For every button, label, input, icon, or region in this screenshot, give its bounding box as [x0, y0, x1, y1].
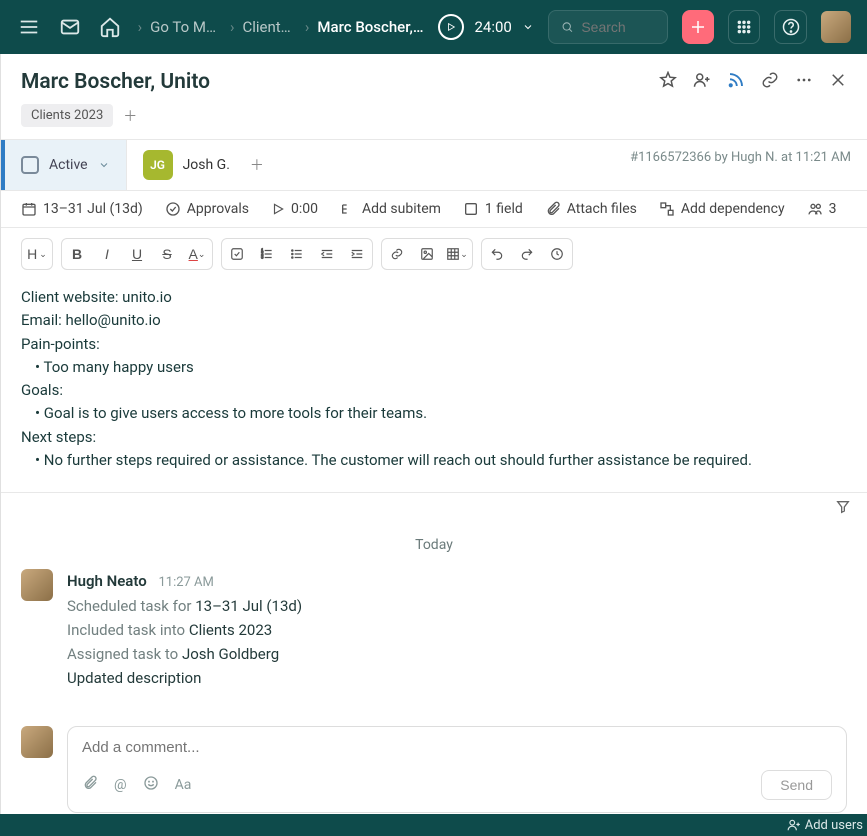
- breadcrumb-2[interactable]: Marc Boscher, Ur: [317, 18, 424, 36]
- status-row: Active JG Josh G. ＋ #1166572366 by Hugh …: [1, 139, 867, 191]
- assignee-avatar: JG: [143, 150, 173, 180]
- comment-box[interactable]: @ Aa Send: [67, 726, 847, 813]
- bold-button[interactable]: B: [62, 239, 92, 269]
- timer[interactable]: 24:00: [438, 14, 533, 40]
- search-input[interactable]: [548, 10, 668, 44]
- desc-bullet: Too many happy users: [35, 356, 847, 379]
- bullet-list-button[interactable]: [282, 239, 312, 269]
- desc-line: Next steps:: [21, 426, 847, 449]
- add-tag-icon[interactable]: ＋: [123, 106, 137, 126]
- rss-icon[interactable]: [727, 71, 745, 93]
- ordered-list-button[interactable]: 123: [252, 239, 282, 269]
- time-tracked[interactable]: 0:00: [271, 201, 318, 217]
- chevron-right-icon: ›: [138, 18, 143, 36]
- breadcrumb-0[interactable]: Go To Mark: [150, 18, 222, 36]
- svg-text:3: 3: [261, 255, 264, 260]
- topbar: › Go To Mark › Clients 2 › Marc Boscher,…: [0, 0, 867, 54]
- indent-button[interactable]: [342, 239, 372, 269]
- task-title[interactable]: Marc Boscher, Unito: [21, 70, 649, 94]
- heading-button[interactable]: H⌄: [22, 239, 52, 269]
- add-users-button[interactable]: Add users: [787, 818, 863, 833]
- bottom-bar: Add users: [0, 814, 867, 836]
- strike-button[interactable]: S: [152, 239, 182, 269]
- history-button[interactable]: [542, 239, 572, 269]
- desc-line: Goals:: [21, 379, 847, 402]
- mail-icon[interactable]: [57, 13, 84, 41]
- send-button[interactable]: Send: [761, 770, 832, 800]
- redo-button[interactable]: [512, 239, 542, 269]
- add-dependency[interactable]: Add dependency: [659, 201, 785, 217]
- task-panel: Marc Boscher, Unito Clients 2023 ＋ Activ…: [0, 54, 867, 833]
- underline-button[interactable]: U: [122, 239, 152, 269]
- attach-files[interactable]: Attach files: [545, 201, 637, 217]
- star-icon[interactable]: [659, 71, 677, 93]
- more-icon[interactable]: [795, 71, 813, 93]
- home-icon[interactable]: [97, 13, 124, 41]
- link-icon[interactable]: [761, 71, 779, 93]
- desc-line: Pain-points:: [21, 333, 847, 356]
- task-header: Marc Boscher, Unito Clients 2023 ＋: [1, 54, 867, 139]
- apps-icon[interactable]: [728, 10, 760, 44]
- undo-button[interactable]: [482, 239, 512, 269]
- breadcrumb-1[interactable]: Clients 2: [242, 18, 296, 36]
- user-avatar[interactable]: [821, 11, 851, 43]
- menu-icon[interactable]: [16, 13, 43, 41]
- project-tag[interactable]: Clients 2023: [21, 104, 113, 127]
- activity-time: 11:27 AM: [158, 575, 213, 590]
- author-name[interactable]: Hugh Neato: [67, 572, 147, 590]
- assignee-name: Josh G.: [183, 157, 230, 173]
- chevron-down-icon: [98, 159, 110, 171]
- insert-table-button[interactable]: ⌄: [442, 239, 472, 269]
- desc-line: Client website: unito.io: [21, 286, 847, 309]
- add-button[interactable]: [682, 10, 714, 44]
- approvals-field[interactable]: Approvals: [165, 201, 249, 217]
- outdent-button[interactable]: [312, 239, 342, 269]
- format-icon[interactable]: Aa: [175, 777, 192, 793]
- filter-icon[interactable]: [835, 499, 851, 519]
- desc-bullet: Goal is to give users access to more too…: [35, 402, 847, 425]
- search-icon: [561, 19, 574, 35]
- status-label: Active: [49, 157, 88, 173]
- emoji-icon[interactable]: [143, 775, 159, 795]
- play-icon[interactable]: [438, 14, 464, 40]
- insert-image-button[interactable]: [412, 239, 442, 269]
- self-avatar[interactable]: [21, 726, 53, 758]
- comment-input[interactable]: [82, 739, 832, 756]
- close-icon[interactable]: [829, 71, 847, 93]
- mention-icon[interactable]: @: [114, 777, 127, 793]
- chevron-right-icon: ›: [305, 18, 310, 36]
- fields[interactable]: 1 field: [463, 201, 523, 217]
- activity-event: Hugh Neato 11:27 AM Scheduled task for 1…: [21, 569, 847, 690]
- description-editor[interactable]: Client website: unito.io Email: hello@un…: [1, 276, 867, 492]
- text-color-button[interactable]: A⌄: [182, 239, 212, 269]
- breadcrumbs: › Go To Mark › Clients 2 › Marc Boscher,…: [138, 18, 425, 36]
- chevron-right-icon: ›: [230, 18, 235, 36]
- rte-toolbar: H⌄ B I U S A⌄ 123 ⌄: [1, 228, 867, 276]
- status-checkbox[interactable]: [21, 156, 39, 174]
- chevron-down-icon: [522, 21, 534, 33]
- add-subitem[interactable]: Add subitem: [340, 201, 441, 217]
- add-user-icon[interactable]: [693, 71, 711, 93]
- italic-button[interactable]: I: [92, 239, 122, 269]
- help-icon[interactable]: [774, 10, 806, 44]
- add-assignee-icon[interactable]: ＋: [250, 155, 264, 175]
- desc-line: Email: hello@unito.io: [21, 309, 847, 332]
- search-field[interactable]: [581, 19, 654, 35]
- timer-value: 24:00: [474, 18, 511, 36]
- insert-link-button[interactable]: [382, 239, 412, 269]
- activity-feed: Today Hugh Neato 11:27 AM Scheduled task…: [1, 525, 867, 710]
- task-id-meta: #1166572366 by Hugh N. at 11:21 AM: [614, 140, 867, 190]
- author-avatar[interactable]: [21, 569, 53, 601]
- dates-field[interactable]: 13–31 Jul (13d): [21, 201, 143, 217]
- desc-bullet: No further steps required or assistance.…: [35, 449, 847, 472]
- attach-icon[interactable]: [82, 775, 98, 795]
- assignee[interactable]: JG Josh G. ＋: [127, 140, 280, 190]
- checklist-button[interactable]: [222, 239, 252, 269]
- status-select[interactable]: Active: [1, 140, 127, 190]
- people-count[interactable]: 3: [807, 201, 837, 217]
- activity-date-label: Today: [21, 537, 847, 553]
- meta-toolbar: 13–31 Jul (13d) Approvals 0:00 Add subit…: [1, 191, 867, 228]
